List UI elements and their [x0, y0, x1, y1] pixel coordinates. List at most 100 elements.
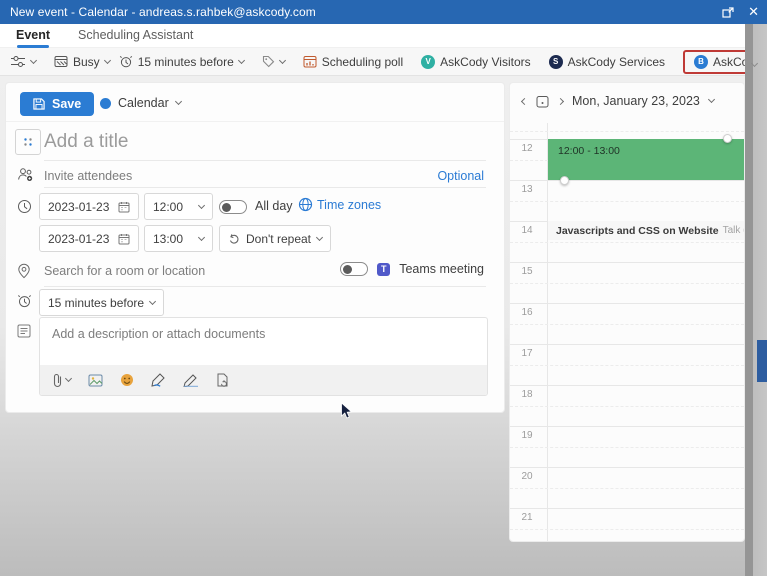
tab-scheduling-assistant[interactable]: Scheduling Assistant [78, 24, 193, 48]
scheduling-poll-button[interactable]: Scheduling poll [303, 55, 403, 69]
askcody-services-icon: S [548, 54, 563, 69]
date-picker-icon[interactable] [118, 233, 130, 245]
chevron-right-icon[interactable] [556, 97, 565, 105]
existing-event-details: Talk (Aalbor [722, 225, 744, 236]
repeat-dropdown[interactable]: Don't repeat [219, 225, 331, 252]
hour-row[interactable]: 17 [510, 344, 744, 385]
event-toolbar: Busy 15 minutes before Scheduling poll V… [0, 48, 767, 76]
event-form: Save Calendar Add a title Invite attende… [5, 82, 505, 413]
resize-handle-top[interactable] [723, 134, 732, 143]
existing-event-block[interactable]: Javascripts and CSS on Website Talk (Aal… [548, 221, 744, 240]
editor-toolbar [40, 365, 487, 395]
hour-row[interactable]: 15 [510, 262, 744, 303]
event-emoji-icon[interactable] [15, 129, 41, 155]
hour-label: 18 [521, 389, 533, 400]
globe-icon [298, 197, 313, 212]
window-edge-shadow [745, 24, 753, 576]
divider [44, 187, 486, 188]
window-titlebar: New event - Calendar - andreas.s.rahbek@… [0, 0, 767, 24]
date-picker-icon[interactable] [118, 201, 130, 213]
new-event-window: New event - Calendar - andreas.s.rahbek@… [0, 0, 767, 576]
save-button[interactable]: Save [20, 92, 95, 116]
location-pin-icon [17, 263, 31, 279]
end-time-field[interactable]: 13:00 [144, 225, 213, 252]
emoji-button[interactable] [120, 373, 134, 387]
attach-icon [53, 373, 62, 388]
hour-rows: 12 13 14 15 16 17 18 19 20 21 [510, 123, 744, 541]
teams-icon: T [377, 262, 391, 276]
page-scrollbar-thumb[interactable] [757, 340, 767, 382]
hour-row[interactable]: 18 [510, 385, 744, 426]
tab-event[interactable]: Event [16, 24, 50, 48]
askcody-visitors-button[interactable]: V AskCody Visitors [421, 54, 531, 69]
draw-ink-button[interactable] [151, 373, 166, 387]
today-icon[interactable] [536, 95, 549, 108]
repeat-icon [228, 233, 240, 245]
resize-handle-bottom[interactable] [560, 176, 569, 185]
teams-meeting-toggle[interactable] [340, 262, 369, 276]
signature-button[interactable] [183, 373, 199, 387]
description-icon [17, 324, 31, 338]
insert-image-button[interactable] [88, 374, 103, 387]
hour-row[interactable]: 19 [510, 426, 744, 467]
time-zones-link[interactable]: Time zones [317, 198, 381, 212]
window-title: New event - Calendar - andreas.s.rahbek@… [10, 5, 316, 19]
divider [44, 160, 486, 161]
workspace: Save Calendar Add a title Invite attende… [0, 76, 767, 576]
insert-document-button[interactable] [216, 373, 229, 387]
divider [44, 286, 486, 287]
calendar-color-dot [100, 97, 111, 109]
selected-event-block[interactable]: 12:00 - 13:00 [548, 134, 744, 185]
calendar-date-label[interactable]: Mon, January 23, 2023 [572, 94, 700, 108]
calendar-selector[interactable]: Calendar [100, 96, 182, 110]
alarm-icon [119, 55, 133, 68]
start-date-field[interactable]: 2023-01-23 [39, 193, 139, 220]
hour-row[interactable]: 20 [510, 467, 744, 508]
hour-label: 21 [521, 512, 533, 523]
hour-label: 19 [521, 430, 533, 441]
divider [6, 121, 504, 122]
mouse-cursor [340, 402, 352, 420]
description-editor[interactable]: Add a description or attach documents [39, 317, 488, 396]
popout-icon[interactable] [722, 6, 734, 18]
response-options-button[interactable] [10, 55, 38, 68]
day-calendar-panel: Mon, January 23, 2023 12 13 14 15 16 17 18 19 20… [509, 82, 745, 542]
askcody-bookings-icon: B [694, 54, 709, 69]
save-icon [33, 98, 45, 110]
end-date-field[interactable]: 2023-01-23 [39, 225, 139, 252]
attendees-input[interactable]: Invite attendees [44, 169, 132, 183]
window-edge [745, 24, 767, 576]
clock-icon [17, 199, 32, 214]
chevron-left-icon[interactable] [520, 97, 529, 105]
reminder-dropdown[interactable]: 15 minutes before [39, 289, 165, 316]
hour-label: 17 [521, 348, 533, 359]
chevron-down-icon[interactable] [707, 95, 715, 104]
categorize-button[interactable] [262, 55, 286, 68]
attach-button[interactable] [53, 373, 73, 388]
attendees-icon [17, 167, 34, 182]
teams-meeting-label: Teams meeting [399, 262, 484, 276]
hour-grid: 12 13 14 15 16 17 18 19 20 21 12:00 - 13:00 Javas… [510, 123, 744, 541]
reminder-button[interactable]: 15 minutes before [119, 55, 245, 69]
hour-row[interactable]: 21 [510, 508, 744, 541]
hour-row[interactable]: 13 [510, 180, 744, 221]
close-icon[interactable]: ✕ [748, 4, 759, 20]
askcody-services-button[interactable]: S AskCody Services [548, 54, 665, 69]
all-day-toggle[interactable] [219, 200, 247, 214]
show-as-busy-button[interactable]: Busy [54, 55, 111, 69]
reminder-alarm-icon [17, 294, 32, 308]
location-input[interactable]: Search for a room or location [44, 264, 205, 278]
hour-row[interactable]: 16 [510, 303, 744, 344]
description-placeholder: Add a description or attach documents [52, 327, 266, 341]
busy-calendar-icon [54, 55, 68, 68]
tag-icon [262, 55, 275, 68]
start-time-field[interactable]: 12:00 [144, 193, 213, 220]
optional-attendees-link[interactable]: Optional [437, 169, 484, 183]
hour-label: 15 [521, 266, 533, 277]
hour-label: 12 [521, 143, 533, 154]
all-day-label: All day [255, 199, 293, 213]
title-input[interactable]: Add a title [44, 131, 129, 153]
selected-event-time: 12:00 - 13:00 [558, 145, 620, 157]
calendar-nav: Mon, January 23, 2023 [520, 94, 715, 108]
hour-row-partial [510, 123, 744, 139]
